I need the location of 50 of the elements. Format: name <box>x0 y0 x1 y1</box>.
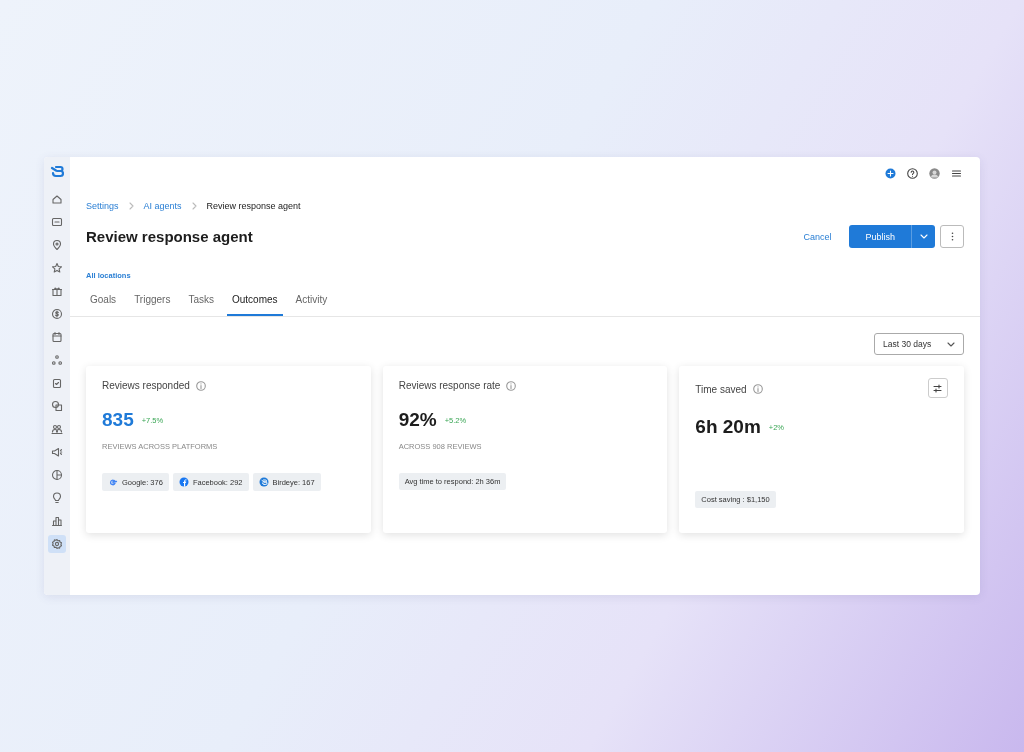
chat-icon <box>51 216 63 228</box>
star-icon <box>51 262 63 274</box>
info-icon <box>506 380 517 391</box>
breadcrumb-link[interactable]: Settings <box>86 201 119 211</box>
facebook-icon <box>178 477 189 487</box>
filter-settings-button[interactable] <box>928 378 948 398</box>
chevron-down-icon <box>947 341 955 347</box>
breadcrumb-link[interactable]: AI agents <box>143 201 182 211</box>
tab[interactable]: Activity <box>290 294 333 316</box>
checklist-icon <box>51 377 63 389</box>
settings-icon <box>51 538 63 550</box>
sliders-icon <box>933 383 943 393</box>
more-icon <box>950 232 954 241</box>
menu-icon[interactable] <box>951 167 962 179</box>
lightbulb-icon <box>51 492 63 504</box>
people-icon <box>51 423 63 435</box>
page-title: Review response agent <box>86 228 253 245</box>
metric-value: 92% <box>398 409 437 431</box>
dollar-icon <box>51 308 63 320</box>
tab[interactable]: Goals <box>86 294 122 316</box>
card-title: Time saved <box>695 383 747 395</box>
chevron-right-icon <box>191 202 197 210</box>
metric-value: 6h 20m <box>695 416 761 438</box>
help-icon[interactable] <box>907 167 918 179</box>
date-range-dropdown[interactable]: Last 30 days <box>874 333 964 355</box>
logo-icon <box>50 165 64 179</box>
metric-value: 835 <box>102 409 134 431</box>
tab[interactable]: Tasks <box>183 294 219 316</box>
info-icon <box>195 380 206 391</box>
bar-chart-icon <box>51 515 63 527</box>
chevron-right-icon <box>128 202 134 210</box>
megaphone-icon <box>51 446 63 458</box>
calendar-icon <box>51 331 63 343</box>
card-title: Reviews responded <box>102 380 190 391</box>
tab[interactable]: Triggers <box>129 294 176 316</box>
sidebar-item[interactable] <box>48 535 66 553</box>
pie-chart-icon <box>51 469 63 481</box>
tab[interactable]: Outcomes <box>227 294 283 316</box>
info-icon <box>752 384 763 394</box>
home-icon <box>51 193 63 205</box>
nodes-icon <box>51 354 63 366</box>
cancel-button[interactable]: Cancel <box>797 230 838 243</box>
breadcrumb-current: Review response agent <box>206 201 301 211</box>
shapes-icon <box>51 400 63 412</box>
chevron-down-icon <box>919 234 928 239</box>
location-pin-icon <box>51 239 63 251</box>
avatar-icon[interactable] <box>929 167 940 179</box>
add-icon[interactable] <box>885 167 896 179</box>
gift-icon <box>51 285 63 297</box>
card-title: Reviews response rate <box>398 380 501 391</box>
